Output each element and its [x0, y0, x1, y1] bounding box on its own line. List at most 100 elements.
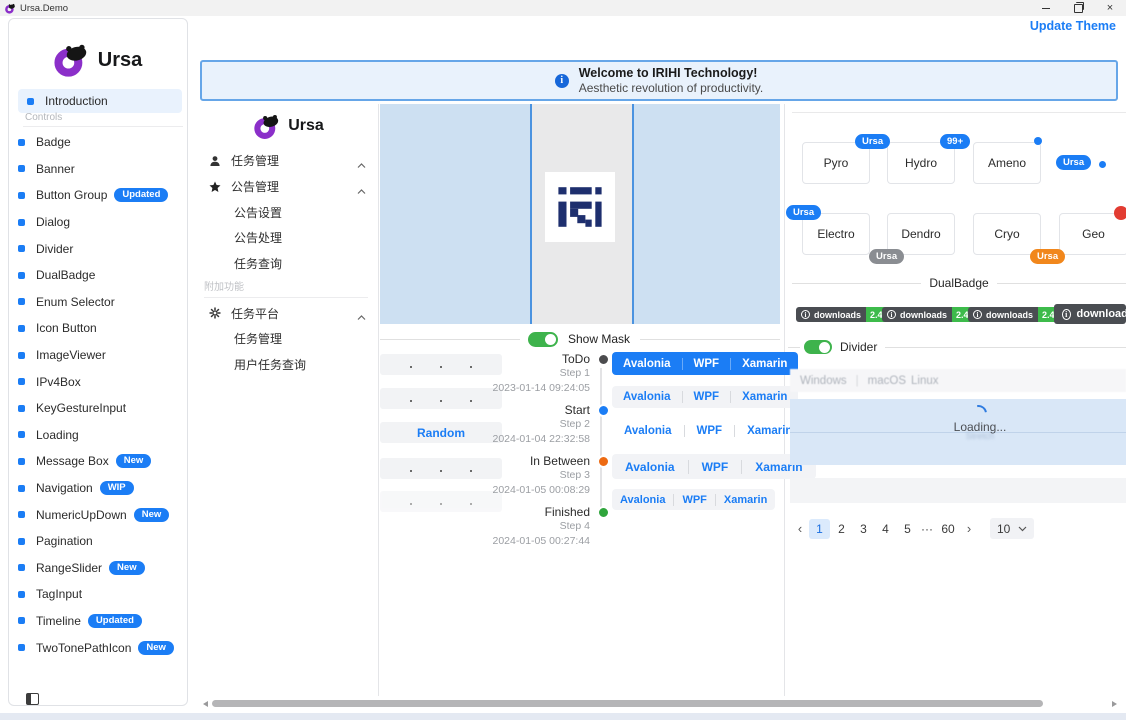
page-ellipsis[interactable]: ···: [919, 519, 935, 539]
info-icon: i: [1062, 309, 1071, 320]
timeline-dot-start: [597, 404, 610, 417]
window-bottom-edge: [0, 713, 1126, 720]
scroll-left-arrow-icon[interactable]: [203, 701, 208, 707]
wpf-button[interactable]: WPF: [684, 425, 735, 437]
status-badge: Updated: [88, 614, 142, 628]
sidebar-item-imageviewer[interactable]: ImageViewer: [9, 342, 189, 369]
sidebar-item-rangeslider[interactable]: RangeSliderNew: [9, 555, 189, 582]
app-window: Ursa.Demo × Update Theme Ursa Introducti…: [0, 0, 1126, 720]
next-page-button[interactable]: ›: [961, 519, 977, 539]
sidebar-item-timeline[interactable]: TimelineUpdated: [9, 608, 189, 635]
bullet-icon: [18, 564, 25, 571]
scroll-right-arrow-icon[interactable]: [1112, 701, 1117, 707]
sidebar-item-icon-button[interactable]: Icon Button: [9, 315, 189, 342]
wpf-button[interactable]: WPF: [682, 358, 731, 370]
avalonia-button[interactable]: Avalonia: [612, 391, 682, 403]
tab-macos[interactable]: macOS: [868, 375, 906, 387]
sidebar-item-navigation[interactable]: NavigationWIP: [9, 475, 189, 502]
image-viewer[interactable]: [380, 104, 780, 324]
chevron-up-icon: [357, 158, 366, 172]
welcome-banner: i Welcome to IRIHI Technology! Aesthetic…: [200, 60, 1118, 101]
avalonia-button[interactable]: Avalonia: [612, 425, 684, 437]
status-badge: New: [116, 454, 152, 468]
avalonia-button[interactable]: Avalonia: [612, 460, 688, 474]
avalonia-button[interactable]: Avalonia: [612, 358, 682, 370]
menu-item-announcement-management[interactable]: 公告管理: [200, 174, 378, 200]
tab-linux[interactable]: Linux: [911, 375, 939, 387]
sidebar-item-dialog[interactable]: Dialog: [9, 209, 189, 236]
sidebar-item-introduction[interactable]: Introduction: [18, 89, 182, 113]
panel-splitter[interactable]: [378, 104, 379, 696]
bullet-icon: [18, 165, 25, 172]
bullet-icon: [18, 325, 25, 332]
page-button-1[interactable]: 1: [809, 519, 830, 539]
horizontal-scrollbar-thumb[interactable]: [212, 700, 1043, 707]
minimize-icon: [1042, 8, 1050, 9]
badge-card-geo: Geo: [1059, 213, 1126, 255]
sidebar-item-enum-selector[interactable]: Enum Selector: [9, 289, 189, 316]
sidebar-logo-text: Ursa: [98, 49, 142, 72]
page-button-5[interactable]: 5: [897, 519, 918, 539]
xamarin-button[interactable]: Xamarin: [730, 358, 798, 370]
restore-button[interactable]: [1063, 0, 1093, 16]
tab-windows[interactable]: Windows: [800, 375, 847, 387]
page-button-2[interactable]: 2: [831, 519, 852, 539]
menu-item-user-task-query[interactable]: 用户任务查询: [200, 352, 378, 378]
divider-toggle[interactable]: [804, 340, 832, 354]
wpf-button[interactable]: WPF: [673, 494, 714, 506]
sidebar-item-dualbadge[interactable]: DualBadge: [9, 262, 189, 289]
sidebar-item-twotonepathicon[interactable]: TwoTonePathIconNew: [9, 634, 189, 661]
sidebar-item-badge[interactable]: Badge: [9, 129, 189, 156]
banner-subtitle: Aesthetic revolution of productivity.: [579, 81, 764, 95]
sidebar-item-taginput[interactable]: TagInput: [9, 581, 189, 608]
sidebar-item-pagination[interactable]: Pagination: [9, 528, 189, 555]
avalonia-button[interactable]: Avalonia: [612, 494, 673, 506]
page-size-select[interactable]: 10: [990, 518, 1034, 539]
sidebar-item-banner[interactable]: Banner: [9, 156, 189, 183]
star-icon: [208, 181, 221, 193]
minimize-button[interactable]: [1031, 0, 1061, 16]
page-button-4[interactable]: 4: [875, 519, 896, 539]
bullet-icon: [18, 219, 25, 226]
irihi-logo-image: [545, 172, 615, 242]
page-button-3[interactable]: 3: [853, 519, 874, 539]
restore-icon: [1074, 4, 1083, 13]
sidebar-item-button-group[interactable]: Button GroupUpdated: [9, 182, 189, 209]
ursa-badge: Ursa: [786, 205, 821, 220]
sidebar-item-numericupdown[interactable]: NumericUpDownNew: [9, 501, 189, 528]
close-button[interactable]: ×: [1095, 0, 1125, 16]
bullet-icon: [18, 644, 25, 651]
xamarin-button[interactable]: Xamarin: [715, 494, 775, 506]
menu-group: 附加功能: [200, 276, 378, 300]
page-button-60[interactable]: 60: [936, 519, 960, 539]
gear-icon: [208, 307, 221, 319]
menu-item-task-management-2[interactable]: 任务管理: [200, 326, 378, 352]
demo-menu: Ursa 任务管理 公告管理 公告设置 公告处理 任务查询 附加功能 任务平台 …: [200, 104, 378, 378]
menu-item-task-platform[interactable]: 任务平台: [200, 300, 378, 326]
menu-item-announcement-settings[interactable]: 公告设置: [200, 199, 378, 225]
prev-page-button[interactable]: ‹: [792, 519, 808, 539]
loading-panel: Stretch Loading...: [790, 399, 1126, 465]
section-divider: [792, 112, 1126, 113]
menu-item-announcement-processing[interactable]: 公告处理: [200, 225, 378, 251]
menu-logo: Ursa: [200, 104, 378, 148]
window-title: Ursa.Demo: [20, 3, 68, 14]
sidebar-item-loading[interactable]: Loading: [9, 422, 189, 449]
show-mask-toggle[interactable]: [528, 332, 558, 347]
sidebar-item-divider[interactable]: Divider: [9, 235, 189, 262]
sidebar-item-message-box[interactable]: Message BoxNew: [9, 448, 189, 475]
viewer-mask-left: [380, 104, 530, 324]
status-badge: New: [138, 641, 174, 655]
menu-item-task-management[interactable]: 任务管理: [200, 148, 378, 174]
collapse-sidebar-icon[interactable]: [26, 693, 39, 705]
bullet-icon: [18, 405, 25, 412]
wpf-button[interactable]: WPF: [682, 391, 731, 403]
menu-item-task-query[interactable]: 任务查询: [200, 251, 378, 277]
sidebar-item-keygestureinput[interactable]: KeyGestureInput: [9, 395, 189, 422]
update-theme-button[interactable]: Update Theme: [1030, 19, 1116, 33]
status-badge: WIP: [100, 481, 134, 495]
dual-badge-large: idownloads: [1054, 304, 1126, 324]
wpf-button[interactable]: WPF: [688, 460, 742, 474]
sidebar-item-ipv4box[interactable]: IPv4Box: [9, 368, 189, 395]
xamarin-button[interactable]: Xamarin: [730, 391, 798, 403]
